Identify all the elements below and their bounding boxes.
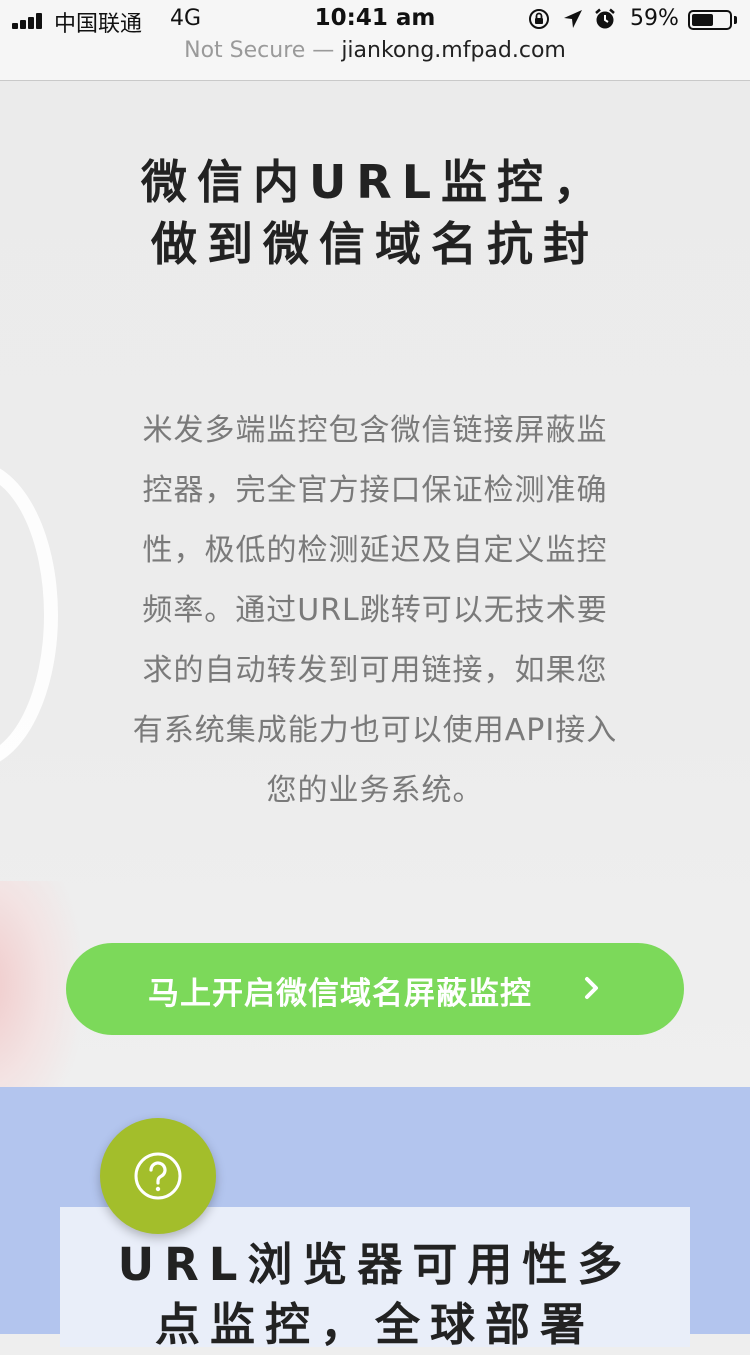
cta-label: 马上开启微信域名屏蔽监控: [148, 976, 532, 1012]
hero-section: 微信内URL监控， 做到微信域名抗封 米发多端监控包含微信链接屏蔽监 控器，完全…: [0, 81, 750, 1087]
feature-card-title: URL浏览器可用性多 点监控，全球部署: [60, 1235, 690, 1355]
security-indicator: Not Secure —: [184, 38, 335, 63]
question-icon: [134, 1152, 182, 1200]
description-line: 米发多端监控包含微信链接屏蔽监: [142, 413, 608, 448]
description-line: 您的业务系统。: [266, 773, 484, 808]
description-line: 性，极低的检测延迟及自定义监控: [142, 533, 608, 568]
battery-tip: [734, 16, 737, 24]
card-title-line: 点监控，全球部署: [154, 1298, 595, 1351]
battery-icon: [688, 10, 732, 30]
description-line: 求的自动转发到可用链接，如果您: [142, 653, 608, 688]
hero-title-line: 做到微信域名抗封: [151, 217, 599, 271]
status-bar: 中国联通 4G 10:41 am 59%: [0, 0, 750, 40]
battery-percent: 59%: [630, 6, 679, 31]
description-line: 有系统集成能力也可以使用API接入: [132, 713, 618, 748]
description-line: 控器，完全官方接口保证检测准确: [142, 473, 608, 508]
card-title-line: URL浏览器可用性多: [117, 1238, 633, 1291]
battery-fill: [692, 14, 713, 26]
hero-title: 微信内URL监控， 做到微信域名抗封: [0, 151, 750, 275]
start-monitoring-button[interactable]: 马上开启微信域名屏蔽监控: [66, 943, 684, 1035]
url-domain: jiankong.mfpad.com: [341, 38, 566, 63]
screen-lock-icon: [529, 9, 549, 29]
location-icon: [564, 10, 582, 28]
decorative-ring: [0, 461, 58, 769]
alarm-icon: [595, 8, 615, 29]
help-button[interactable]: [100, 1118, 216, 1234]
chevron-right-icon: [585, 977, 598, 999]
hero-title-line: 微信内URL监控，: [140, 155, 610, 209]
browser-top-bar: 中国联通 4G 10:41 am 59% Not Secure — jianko…: [0, 0, 750, 81]
status-icons: [527, 7, 621, 33]
description-line: 频率。通过URL跳转可以无技术要: [142, 593, 608, 628]
address-bar[interactable]: Not Secure — jiankong.mfpad.com: [0, 38, 750, 63]
hero-description: 米发多端监控包含微信链接屏蔽监 控器，完全官方接口保证检测准确 性，极低的检测延…: [110, 401, 640, 821]
